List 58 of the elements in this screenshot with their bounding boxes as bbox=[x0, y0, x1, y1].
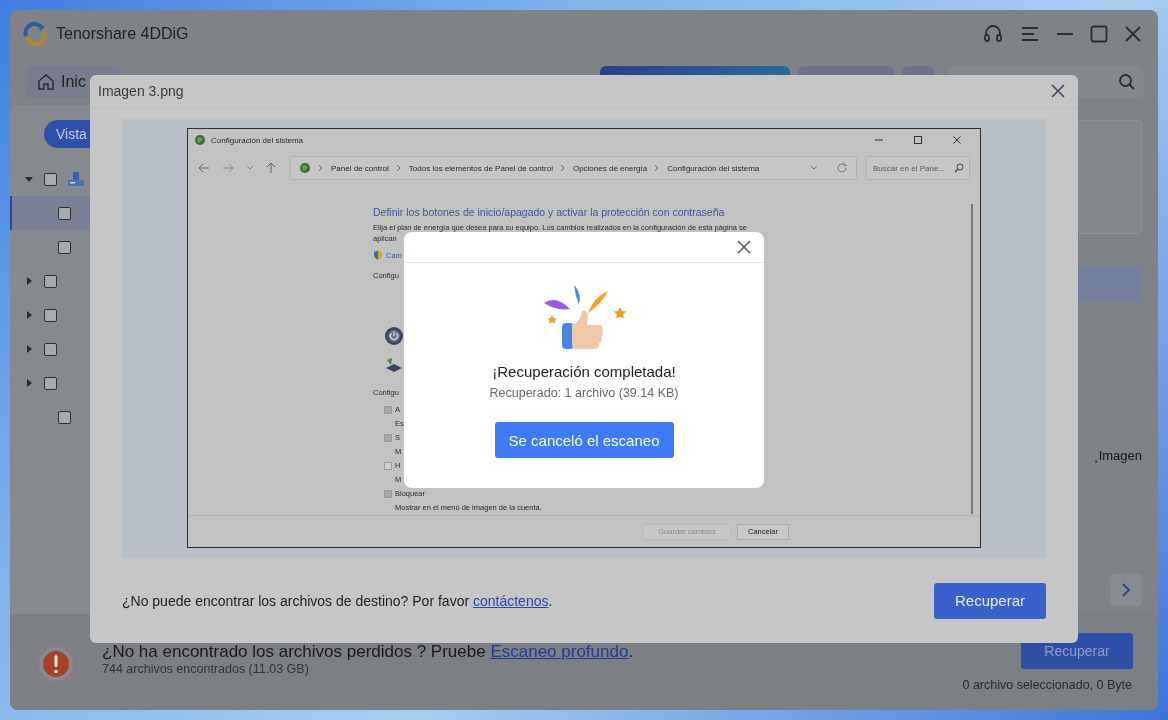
scan-canceled-button[interactable]: Se canceló el escaneo bbox=[494, 422, 674, 458]
chevron-right-icon bbox=[1121, 582, 1131, 598]
caret-icon[interactable] bbox=[24, 276, 34, 286]
globe-icon bbox=[194, 134, 206, 147]
checkbox[interactable] bbox=[384, 490, 392, 499]
close-icon[interactable] bbox=[1124, 25, 1142, 43]
laptop-icon bbox=[384, 356, 404, 375]
file-name-label: ¸Imagen bbox=[1094, 448, 1142, 463]
selection-count: 0 archivo seleccionado, 0 Byte bbox=[962, 678, 1132, 692]
error-icon bbox=[38, 646, 74, 682]
checkbox[interactable] bbox=[384, 434, 392, 443]
window-title: Configuración del sistema bbox=[211, 135, 304, 145]
checkbox[interactable] bbox=[58, 240, 71, 254]
search-icon bbox=[954, 163, 964, 174]
checkbox[interactable] bbox=[384, 462, 392, 471]
drive-icon bbox=[67, 170, 85, 188]
close-icon[interactable] bbox=[1050, 83, 1066, 99]
app-title: Tenorshare 4DDiG bbox=[56, 25, 189, 43]
deep-scan-link[interactable]: Escaneo profundo bbox=[490, 642, 629, 661]
help-text: ¿No puede encontrar los archivos de destino? Por favor contáctenos. bbox=[122, 592, 553, 609]
checkbox[interactable] bbox=[44, 172, 57, 186]
menu-icon[interactable] bbox=[1020, 24, 1040, 44]
caret-icon[interactable] bbox=[24, 378, 34, 388]
deep-scan-message: ¿No ha encontrado los archivos perdidos ? Pruebe Escaneo profundo. bbox=[102, 642, 634, 662]
dropdown-icon[interactable] bbox=[246, 165, 254, 172]
address-bar[interactable]: Panel de control Todos los elementos de Panel de control Opciones de energía Configuración del sistema bbox=[290, 156, 857, 181]
checkbox[interactable] bbox=[58, 206, 71, 220]
next-button[interactable] bbox=[1110, 574, 1142, 606]
checkbox[interactable] bbox=[384, 406, 392, 415]
back-arrow-icon[interactable] bbox=[198, 163, 210, 174]
search-field[interactable]: Buscar en el Pane... bbox=[866, 156, 970, 181]
dialog-title: ¡Recuperación completada! bbox=[492, 363, 676, 380]
checkbox[interactable] bbox=[44, 376, 57, 390]
close-icon[interactable] bbox=[736, 239, 752, 255]
files-found-count: 744 archivos encontrados (11.03 GB) bbox=[102, 662, 310, 676]
caret-icon[interactable] bbox=[24, 174, 34, 184]
minimize-icon[interactable] bbox=[1056, 32, 1074, 36]
home-icon bbox=[37, 73, 55, 91]
caret-icon[interactable] bbox=[24, 344, 34, 354]
recover-button[interactable]: Recuperar bbox=[934, 582, 1046, 619]
checkbox[interactable] bbox=[58, 410, 71, 424]
maximize-icon[interactable] bbox=[1090, 25, 1108, 43]
up-arrow-icon[interactable] bbox=[266, 162, 276, 175]
checkbox[interactable] bbox=[44, 308, 57, 322]
forward-arrow-icon[interactable] bbox=[222, 163, 234, 174]
section-heading: Definir los botones de inicio/apagado y activar la protección con contraseña bbox=[373, 206, 725, 219]
search-icon bbox=[1118, 73, 1136, 91]
headset-icon[interactable] bbox=[982, 23, 1004, 45]
action-button[interactable] bbox=[1076, 266, 1142, 302]
checkbox[interactable] bbox=[44, 274, 57, 288]
power-icon bbox=[384, 326, 404, 347]
dialog-subtitle: Recuperado: 1 archivo (39.14 KB) bbox=[489, 386, 679, 400]
caret-icon[interactable] bbox=[24, 310, 34, 320]
scrollbar[interactable] bbox=[971, 204, 973, 515]
shield-icon bbox=[373, 250, 383, 261]
thumbnail-card[interactable] bbox=[1078, 120, 1142, 234]
logo-icon bbox=[22, 21, 48, 47]
checkbox[interactable] bbox=[44, 342, 57, 356]
